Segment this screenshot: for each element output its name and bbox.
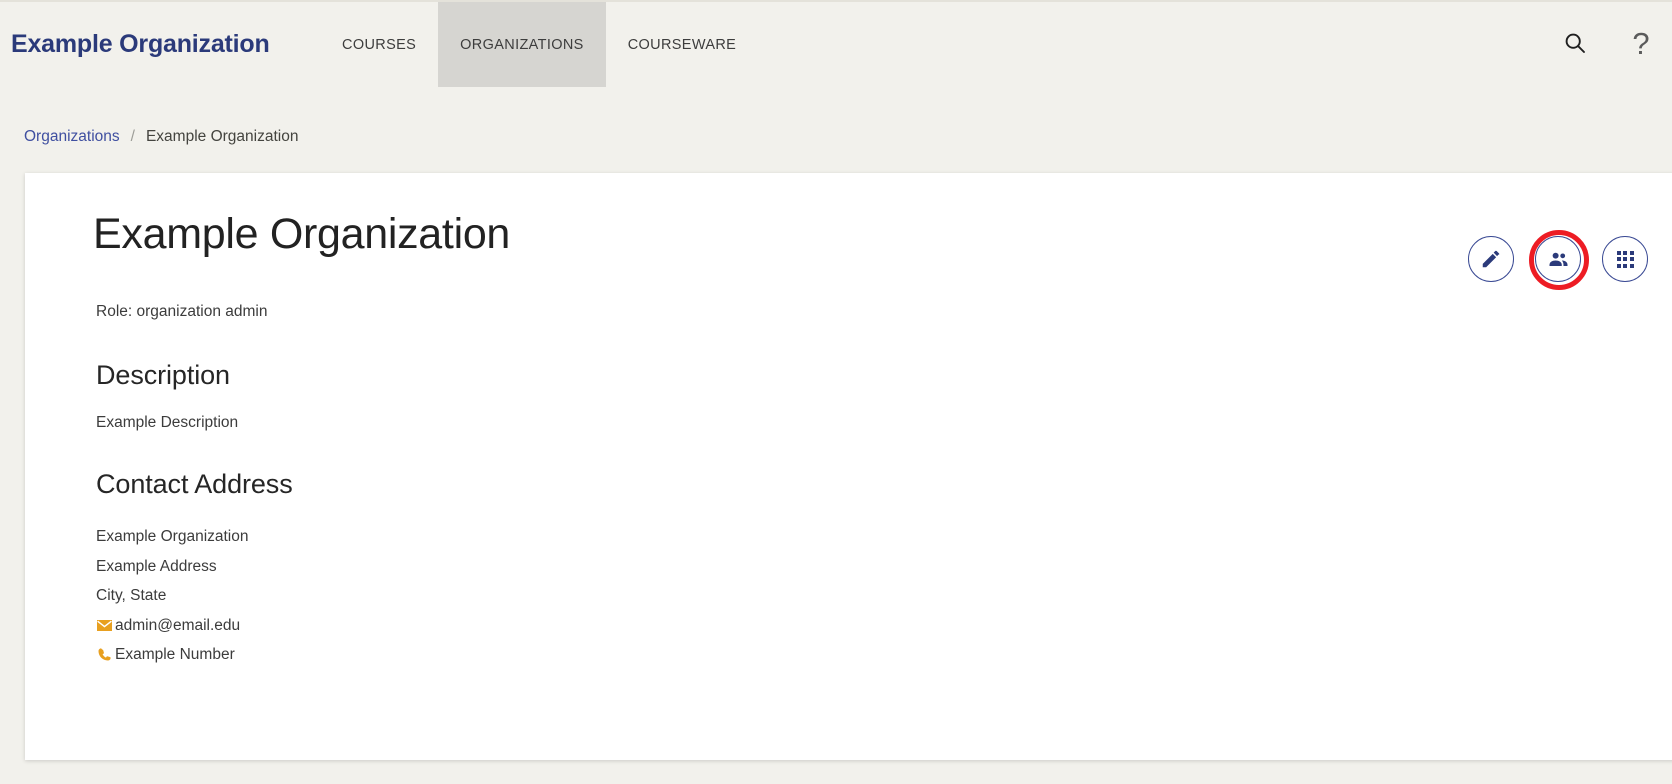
people-group-icon [1548, 252, 1568, 266]
address-email-text[interactable]: admin@email.edu [115, 611, 240, 641]
edit-organization-button[interactable] [1468, 236, 1514, 282]
address-city-state: City, State [96, 581, 249, 611]
card-action-buttons [1468, 230, 1648, 290]
grid-apps-icon [1616, 250, 1634, 268]
search-button[interactable] [1560, 28, 1590, 58]
breadcrumb-current-page: Example Organization [145, 128, 299, 145]
address-phone-text: Example Number [115, 646, 235, 663]
question-mark-icon: ? [1632, 25, 1650, 61]
breadcrumb-separator: / [130, 128, 135, 145]
search-icon [1565, 33, 1585, 53]
phone-icon [96, 646, 113, 663]
address-email-row: admin@email.edu [96, 611, 249, 641]
nav-tab-courses[interactable]: COURSES [320, 2, 438, 87]
address-street: Example Address [96, 552, 249, 582]
envelope-icon [96, 617, 113, 634]
organization-role: Role: organization admin [96, 303, 268, 320]
address-organization-name-text: Example Organization [96, 528, 249, 545]
pencil-icon [1482, 250, 1500, 268]
brand-title: Example Organization [11, 30, 270, 58]
nav-tab-organizations[interactable]: ORGANIZATIONS [438, 2, 606, 87]
description-heading: Description [96, 360, 230, 390]
page-title: Example Organization [93, 210, 511, 258]
organization-members-button[interactable] [1529, 230, 1589, 290]
help-button[interactable]: ? [1626, 25, 1656, 61]
contact-address-block: Example Organization Example Address Cit… [96, 522, 249, 670]
contact-address-heading: Contact Address [96, 469, 293, 499]
main-nav-tabs: COURSES ORGANIZATIONS COURSEWARE [320, 2, 758, 87]
nav-tab-courseware[interactable]: COURSEWARE [606, 2, 759, 87]
address-street-text: Example Address [96, 557, 217, 575]
top-navigation-bar: Example Organization COURSES ORGANIZATIO… [0, 0, 1672, 89]
address-city-state-text: City, State [96, 587, 167, 604]
description-text: Example Description [96, 414, 239, 431]
breadcrumb: Organizations / Example Organization [24, 128, 298, 146]
nav-right-actions: ? [1560, 25, 1656, 61]
organization-detail-card: Example Organization Role: organization … [25, 173, 1672, 760]
address-organization-name: Example Organization [96, 522, 249, 552]
address-phone-row: Example Number [96, 640, 249, 670]
organization-apps-grid-button[interactable] [1602, 236, 1648, 282]
breadcrumb-link-organizations[interactable]: Organizations [24, 128, 120, 146]
